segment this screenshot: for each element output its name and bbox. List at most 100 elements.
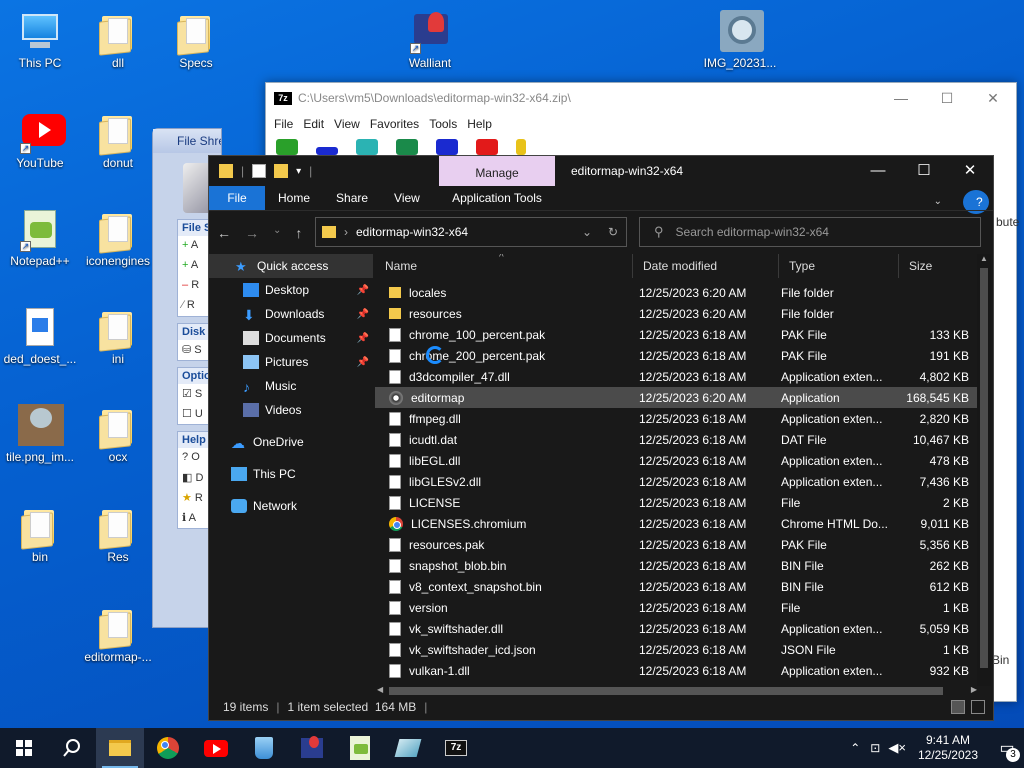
menu-tools[interactable]: Tools <box>427 117 465 131</box>
taskbar-chrome[interactable] <box>144 728 192 768</box>
file-explorer-window[interactable]: | ▾ | Manage editormap-win32-x64 — ☐ ✕ F… <box>208 155 994 721</box>
taskbar-youtube[interactable] <box>192 728 240 768</box>
scrollbar-thumb[interactable] <box>980 268 988 668</box>
menu-view[interactable]: View <box>332 117 368 131</box>
nav-quick-access[interactable]: ★ Quick access <box>209 254 373 278</box>
desktop-icon-bin[interactable]: bin <box>0 504 80 564</box>
move-icon[interactable] <box>436 139 458 155</box>
info-icon[interactable] <box>516 139 526 155</box>
tab-share[interactable]: Share <box>323 186 381 210</box>
clock[interactable]: 9:41 AM 12/25/2023 <box>918 733 978 763</box>
large-icons-view-icon[interactable] <box>971 700 985 714</box>
refresh-icon[interactable]: ↻ <box>608 225 618 239</box>
minimize-button[interactable]: — <box>878 83 924 113</box>
scroll-left-icon[interactable]: ◀ <box>377 685 383 694</box>
add-icon[interactable] <box>276 139 298 155</box>
desktop-icon-tile-png[interactable]: tile.png_im... <box>0 404 80 464</box>
menu-favorites[interactable]: Favorites <box>368 117 427 131</box>
file-row[interactable]: LICENSES.chromium 12/25/2023 6:18 AM Chrom… <box>375 513 979 534</box>
up-icon[interactable]: ↑ <box>295 225 302 241</box>
nav-videos[interactable]: Videos <box>209 398 373 422</box>
file-row[interactable]: resources.pak 12/25/2023 6:18 AM PAK File 5… <box>375 534 979 555</box>
tab-application-tools[interactable]: Application Tools <box>439 186 555 210</box>
back-icon[interactable]: ← <box>217 225 231 241</box>
test-icon[interactable] <box>356 139 378 155</box>
file-row[interactable]: vk_swiftshader_icd.json 12/25/2023 6:18 A… <box>375 639 979 660</box>
scroll-right-icon[interactable]: ▶ <box>971 685 977 694</box>
extract-icon[interactable] <box>316 147 338 155</box>
file-row[interactable]: snapshot_blob.bin 12/25/2023 6:18 AM BIN F… <box>375 555 979 576</box>
recent-locations-icon[interactable]: ⌄ <box>273 225 281 241</box>
desktop-icon-walliant[interactable]: ↗ Walliant <box>390 10 470 70</box>
desktop-icon-specs[interactable]: Specs <box>156 10 236 70</box>
file-row[interactable]: vk_swiftshader.dll 12/25/2023 6:18 AM Appl… <box>375 618 979 639</box>
desktop-icon-iconengines[interactable]: iconengines <box>78 208 158 268</box>
maximize-button[interactable]: ☐ <box>901 156 947 186</box>
file-row[interactable]: libEGL.dll 12/25/2023 6:18 AM Application … <box>375 450 979 471</box>
nav-downloads[interactable]: ⬇ Downloads 📌 <box>209 302 373 326</box>
network-icon[interactable]: ⊡ <box>870 741 880 755</box>
search-input[interactable]: ⚲ Search editormap-win32-x64 <box>639 217 981 247</box>
menu-file[interactable]: File <box>272 117 301 131</box>
minimize-button[interactable]: — <box>855 156 901 186</box>
vertical-scrollbar[interactable]: ▲ <box>977 254 991 686</box>
copy-icon[interactable] <box>396 139 418 155</box>
taskbar-app[interactable] <box>384 728 432 768</box>
close-button[interactable]: ✕ <box>947 156 993 186</box>
search-button[interactable] <box>48 728 96 768</box>
explorer-title-bar[interactable]: | ▾ | Manage editormap-win32-x64 — ☐ ✕ <box>209 156 993 186</box>
desktop-icon-donut[interactable]: donut <box>78 110 158 170</box>
file-row[interactable]: chrome_200_percent.pak 12/25/2023 6:18 AM… <box>375 345 979 366</box>
nav-pictures[interactable]: Pictures 📌 <box>209 350 373 374</box>
file-row[interactable]: editormap 12/25/2023 6:20 AM Application 16… <box>375 387 979 408</box>
file-row[interactable]: version 12/25/2023 6:18 AM File 1 KB <box>375 597 979 618</box>
address-bar[interactable]: › editormap-win32-x64 ⌄ ↻ <box>315 217 627 247</box>
file-row[interactable]: LICENSE 12/25/2023 6:18 AM File 2 KB <box>375 492 979 513</box>
menu-edit[interactable]: Edit <box>301 117 332 131</box>
column-header-date[interactable]: Date modified <box>633 254 779 278</box>
taskbar-7zip[interactable]: 7z <box>432 728 480 768</box>
tab-file[interactable]: File <box>209 186 265 210</box>
scroll-up-icon[interactable]: ▲ <box>980 254 988 263</box>
file-row[interactable]: icudtl.dat 12/25/2023 6:18 AM DAT File 10,4… <box>375 429 979 450</box>
properties-icon[interactable] <box>252 164 267 178</box>
desktop-icon-ocx[interactable]: ocx <box>78 404 158 464</box>
desktop-icon-youtube[interactable]: ↗ YouTube <box>0 110 80 170</box>
nav-this-pc[interactable]: This PC <box>209 462 373 486</box>
file-row[interactable]: vulkan-1.dll 12/25/2023 6:18 AM Applicatio… <box>375 660 979 681</box>
desktop-icon-img[interactable]: IMG_20231... <box>700 10 780 70</box>
file-row[interactable]: locales 12/25/2023 6:20 AM File folder <box>375 282 979 303</box>
chevron-down-icon[interactable]: ⌄ <box>582 225 592 239</box>
taskbar-walliant[interactable] <box>288 728 336 768</box>
desktop-icon-ini[interactable]: ini <box>78 306 158 366</box>
delete-icon[interactable] <box>476 139 498 155</box>
taskbar-recycle-bin[interactable] <box>240 728 288 768</box>
maximize-button[interactable]: ☐ <box>924 83 970 113</box>
show-hidden-icons-icon[interactable]: ⌃ <box>850 741 860 755</box>
tab-view[interactable]: View <box>381 186 433 210</box>
new-folder-icon[interactable] <box>274 164 289 178</box>
close-button[interactable]: ✕ <box>970 83 1016 113</box>
breadcrumb-chevron-icon[interactable]: › <box>344 225 348 239</box>
tab-home[interactable]: Home <box>265 186 323 210</box>
file-row[interactable]: ffmpeg.dll 12/25/2023 6:18 AM Application … <box>375 408 979 429</box>
details-view-icon[interactable] <box>951 700 965 714</box>
column-header-type[interactable]: Type <box>779 254 899 278</box>
desktop-icon-editormap[interactable]: editormap-... <box>78 604 158 664</box>
notifications-button[interactable]: ▭ 3 <box>990 728 1024 768</box>
tab-manage[interactable]: Manage <box>439 156 555 186</box>
desktop-icon-ded-doest[interactable]: ded_doest_... <box>0 306 80 366</box>
file-row[interactable]: chrome_100_percent.pak 12/25/2023 6:18 AM… <box>375 324 979 345</box>
forward-icon[interactable]: → <box>245 225 259 241</box>
taskbar-notepad-plus-plus[interactable] <box>336 728 384 768</box>
folder-icon[interactable] <box>219 164 233 178</box>
column-header-size[interactable]: Size <box>899 254 979 278</box>
nav-desktop[interactable]: Desktop 📌 <box>209 278 373 302</box>
taskbar-file-explorer[interactable] <box>96 728 144 768</box>
nav-documents[interactable]: Documents 📌 <box>209 326 373 350</box>
file-row[interactable]: d3dcompiler_47.dll 12/25/2023 6:18 AM Appl… <box>375 366 979 387</box>
nav-onedrive[interactable]: ☁ OneDrive <box>209 430 373 454</box>
nav-music[interactable]: ♪ Music <box>209 374 373 398</box>
desktop-icon-res[interactable]: Res <box>78 504 158 564</box>
menu-help[interactable]: Help <box>465 117 500 131</box>
